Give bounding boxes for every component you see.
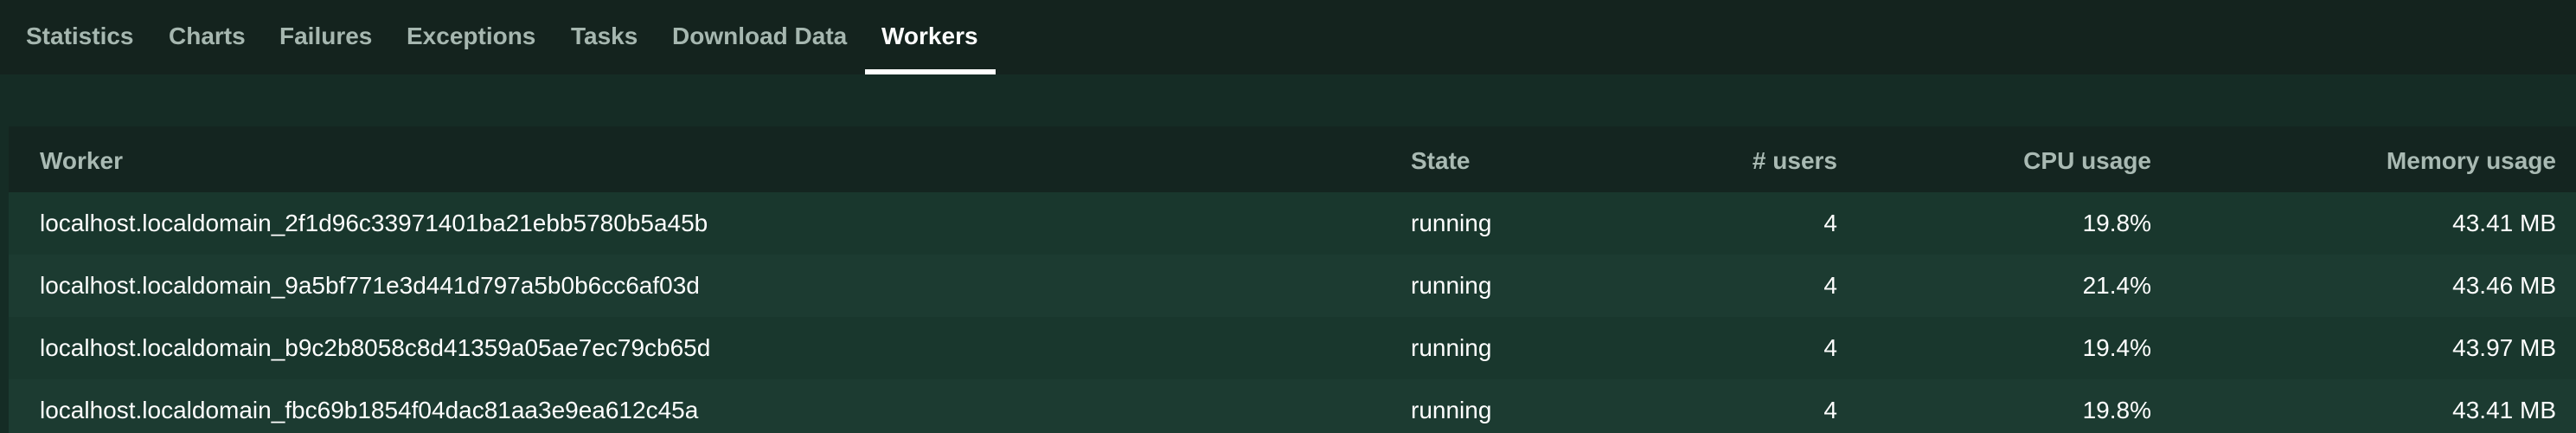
worker-memory-usage: 43.41 MB <box>2452 397 2556 423</box>
worker-memory-usage: 43.97 MB <box>2452 334 2556 361</box>
worker-memory-usage: 43.46 MB <box>2452 272 2556 299</box>
worker-state: running <box>1411 272 1492 299</box>
worker-memory-usage: 43.41 MB <box>2452 210 2556 236</box>
worker-state: running <box>1411 397 1492 423</box>
tab-exceptions[interactable]: Exceptions <box>407 0 535 74</box>
tab-workers[interactable]: Workers <box>881 0 978 74</box>
worker-users: 4 <box>1823 334 1837 361</box>
worker-cpu-usage: 21.4% <box>2082 272 2151 299</box>
column-header-state[interactable]: State <box>1411 126 1470 192</box>
tab-charts[interactable]: Charts <box>169 0 246 74</box>
table-row: localhost.localdomain_2f1d96c33971401ba2… <box>9 192 2576 255</box>
table-header: Worker State # users CPU usage Memory us… <box>9 126 2576 192</box>
tab-tasks[interactable]: Tasks <box>571 0 638 74</box>
worker-cpu-usage: 19.4% <box>2082 334 2151 361</box>
worker-state: running <box>1411 210 1492 236</box>
worker-cpu-usage: 19.8% <box>2082 210 2151 236</box>
worker-id: localhost.localdomain_b9c2b8058c8d41359a… <box>40 334 711 361</box>
column-header-memory-usage[interactable]: Memory usage <box>2223 126 2556 192</box>
worker-users: 4 <box>1823 272 1837 299</box>
tab-download-data[interactable]: Download Data <box>672 0 847 74</box>
worker-id: localhost.localdomain_2f1d96c33971401ba2… <box>40 210 708 236</box>
column-header-users[interactable]: # users <box>1566 126 1837 192</box>
table-row: localhost.localdomain_b9c2b8058c8d41359a… <box>9 317 2576 379</box>
tab-statistics[interactable]: Statistics <box>26 0 134 74</box>
worker-id: localhost.localdomain_9a5bf771e3d441d797… <box>40 272 700 299</box>
tab-bar: Statistics Charts Failures Exceptions Ta… <box>0 0 2576 74</box>
worker-state: running <box>1411 334 1492 361</box>
column-header-worker[interactable]: Worker <box>40 126 123 192</box>
table-row: localhost.localdomain_9a5bf771e3d441d797… <box>9 255 2576 317</box>
workers-table: Worker State # users CPU usage Memory us… <box>9 126 2576 433</box>
table-row: localhost.localdomain_fbc69b1854f04dac81… <box>9 379 2576 433</box>
worker-cpu-usage: 19.8% <box>2082 397 2151 423</box>
worker-users: 4 <box>1823 210 1837 236</box>
active-tab-indicator <box>865 69 996 74</box>
column-header-cpu-usage[interactable]: CPU usage <box>1894 126 2151 192</box>
tab-failures[interactable]: Failures <box>279 0 372 74</box>
worker-id: localhost.localdomain_fbc69b1854f04dac81… <box>40 397 699 423</box>
worker-users: 4 <box>1823 397 1837 423</box>
